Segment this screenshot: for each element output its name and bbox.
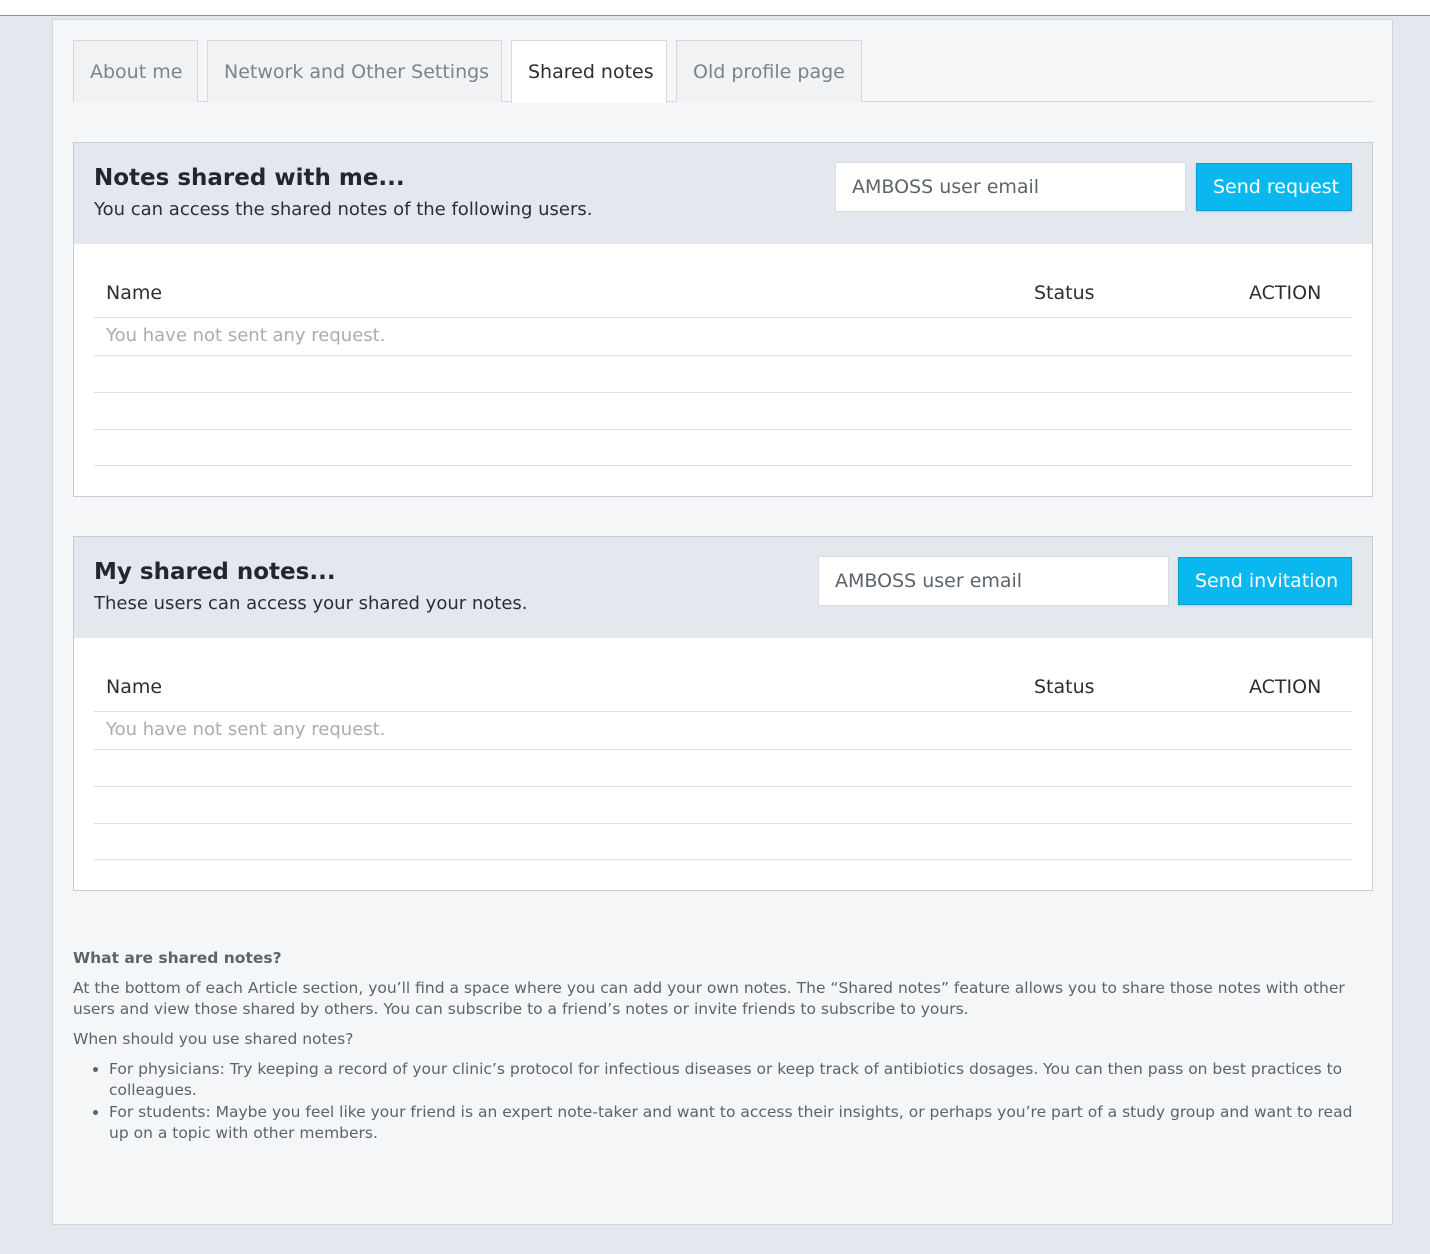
info-question-when: When should you use shared notes? (73, 1030, 354, 1048)
table-row (94, 750, 1352, 787)
column-name: Name (106, 676, 163, 698)
list-item: For students: Maybe you feel like your f… (109, 1102, 1373, 1144)
request-email-input[interactable] (835, 162, 1186, 212)
column-status: Status (1034, 676, 1095, 698)
table-header: Name Status ACTION (94, 676, 1352, 712)
info-paragraph: At the bottom of each Article section, y… (73, 979, 1345, 1018)
list-item: For physicians: Try keeping a record of … (109, 1059, 1373, 1101)
shared-with-me-panel: Notes shared with me... You can access t… (73, 142, 1373, 497)
my-shared-notes-panel: My shared notes... These users can acces… (73, 536, 1373, 891)
column-action: ACTION (1249, 676, 1322, 698)
table-row (94, 823, 1352, 860)
empty-state-text: You have not sent any request. (106, 325, 386, 346)
send-request-button[interactable]: Send request (1196, 163, 1352, 211)
panel-subtitle: You can access the shared notes of the f… (94, 199, 593, 220)
info-section: What are shared notes? At the bottom of … (73, 948, 1373, 1145)
column-action: ACTION (1249, 282, 1322, 304)
panel-title: Notes shared with me... (94, 165, 405, 191)
panel-title: My shared notes... (94, 559, 336, 585)
panel-header: Notes shared with me... You can access t… (74, 143, 1372, 244)
table-row: You have not sent any request. (94, 713, 1352, 750)
table-row (94, 429, 1352, 466)
info-bullet-list: For physicians: Try keeping a record of … (73, 1059, 1373, 1144)
tab-shared-notes[interactable]: Shared notes (511, 40, 667, 103)
top-bar (0, 0, 1430, 16)
tab-network-settings[interactable]: Network and Other Settings (207, 40, 502, 102)
tab-old-profile-page[interactable]: Old profile page (676, 40, 862, 102)
info-question-what: What are shared notes? (73, 949, 282, 967)
column-name: Name (106, 282, 163, 304)
invitation-email-input[interactable] (818, 556, 1169, 606)
tab-bar: About me Network and Other Settings Shar… (73, 40, 1373, 103)
panel-subtitle: These users can access your shared your … (94, 593, 528, 614)
column-status: Status (1034, 282, 1095, 304)
table-row (94, 356, 1352, 393)
empty-state-text: You have not sent any request. (106, 719, 386, 740)
table-row (94, 787, 1352, 824)
table-row (94, 393, 1352, 430)
send-invitation-button[interactable]: Send invitation (1178, 557, 1352, 605)
tab-about-me[interactable]: About me (73, 40, 198, 102)
panel-header: My shared notes... These users can acces… (74, 537, 1372, 638)
table-header: Name Status ACTION (94, 282, 1352, 318)
table-row: You have not sent any request. (94, 319, 1352, 356)
profile-card: About me Network and Other Settings Shar… (52, 19, 1393, 1225)
